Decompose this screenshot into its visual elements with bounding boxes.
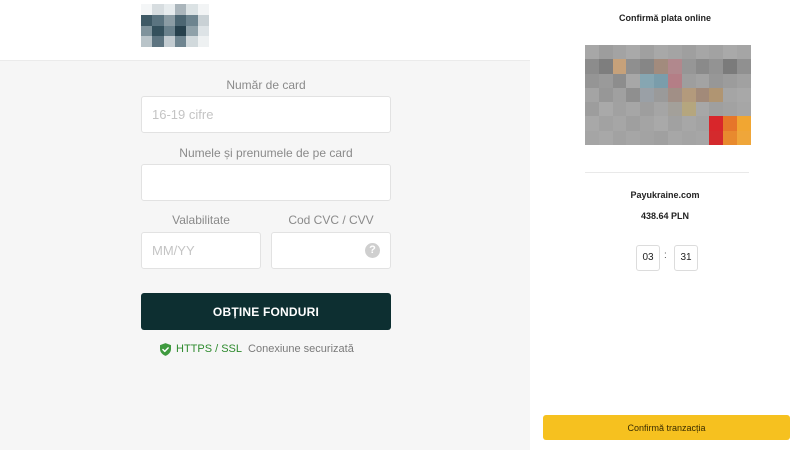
- secure-connection-note: HTTPS / SSL Conexiune securizată: [160, 342, 354, 356]
- pixelated-logo-icon: [141, 4, 209, 47]
- payment-amount: 438.64 PLN: [640, 211, 690, 221]
- cardholder-name-input[interactable]: [141, 164, 391, 201]
- expiry-input[interactable]: [141, 232, 261, 269]
- merchant-name: Payukraine.com: [630, 190, 700, 200]
- secure-connection-text: Conexiune securizată: [248, 343, 354, 355]
- expiry-label: Valabilitate: [172, 213, 230, 227]
- secure-protocol-text: HTTPS / SSL: [176, 343, 243, 355]
- confirm-transaction-button[interactable]: Confirmă tranzacția: [543, 415, 790, 440]
- payment-summary-pane: Confirmă plata online Payukraine.com 438…: [530, 0, 800, 450]
- question-circle-icon[interactable]: ?: [365, 243, 380, 258]
- pixelated-card-image: [585, 45, 751, 145]
- cvc-label: Cod CVC / CVV: [288, 213, 374, 227]
- card-number-input[interactable]: [141, 96, 391, 133]
- cardholder-name-label: Numele și prenumele de pe card: [179, 146, 353, 160]
- timer-minutes: 03: [636, 245, 660, 271]
- get-funds-button[interactable]: OBȚINE FONDURI: [141, 293, 391, 330]
- timer-separator: :: [664, 250, 667, 261]
- payment-form-pane: Număr de card Numele și prenumele de pe …: [0, 0, 530, 450]
- summary-title: Confirmă plata online: [618, 13, 711, 23]
- shield-check-icon: [160, 342, 171, 356]
- summary-divider: [585, 172, 749, 173]
- card-number-label: Număr de card: [226, 78, 306, 92]
- form-header: [0, 0, 530, 61]
- timer-seconds: 31: [674, 245, 698, 271]
